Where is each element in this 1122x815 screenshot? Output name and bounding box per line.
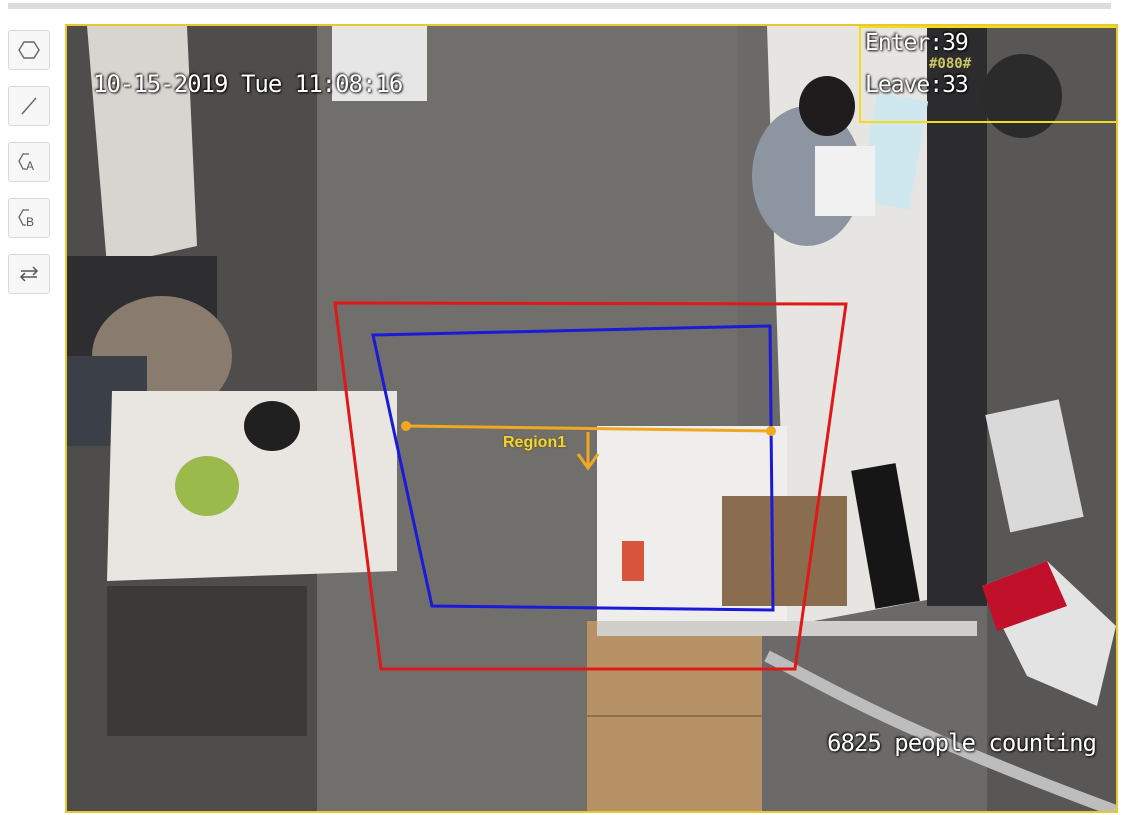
cardboard-box — [722, 496, 847, 606]
line-icon — [21, 97, 37, 115]
left-lower-cabinet — [107, 586, 307, 736]
red-sticker — [622, 541, 644, 581]
people-count-box: Enter:39 Leave:33 — [859, 26, 1116, 123]
caption-overlay: 6825 people counting — [827, 729, 1097, 757]
shelf-edge — [597, 621, 977, 636]
timestamp-overlay: 10-15-2019 Tue 11:08:16 — [93, 70, 403, 98]
line-tool-button[interactable] — [8, 86, 50, 126]
enter-count: Enter:39 — [865, 30, 969, 56]
laptop-right — [815, 146, 875, 216]
region-a-letter: A — [26, 159, 34, 173]
region-b-icon: B — [18, 209, 34, 229]
person-right-head — [799, 76, 855, 136]
black-bag — [244, 401, 300, 451]
region-a-icon: A — [18, 153, 34, 173]
tripwire-end-handle[interactable] — [766, 426, 776, 436]
leave-count: Leave:33 — [865, 72, 969, 98]
hexagon-icon — [18, 41, 40, 59]
region-label: Region1 — [503, 434, 567, 451]
swap-arrows-icon — [19, 266, 39, 282]
swap-direction-tool-button[interactable] — [8, 254, 50, 294]
camera-video-view[interactable]: 10-15-2019 Tue 11:08:16 Enter:39 Leave:3… — [65, 24, 1118, 813]
camera-scene — [67, 26, 1116, 811]
avocado-plush — [175, 456, 239, 516]
tripwire-start-handle[interactable] — [401, 421, 411, 431]
polygon-tool-button[interactable] — [8, 30, 50, 70]
top-scrollbar[interactable] — [8, 3, 1111, 9]
watermark-text: #080# — [929, 56, 972, 72]
region-b-letter: B — [26, 215, 34, 229]
region-b-tool-button[interactable]: B — [8, 198, 50, 238]
region-a-tool-button[interactable]: A — [8, 142, 50, 182]
